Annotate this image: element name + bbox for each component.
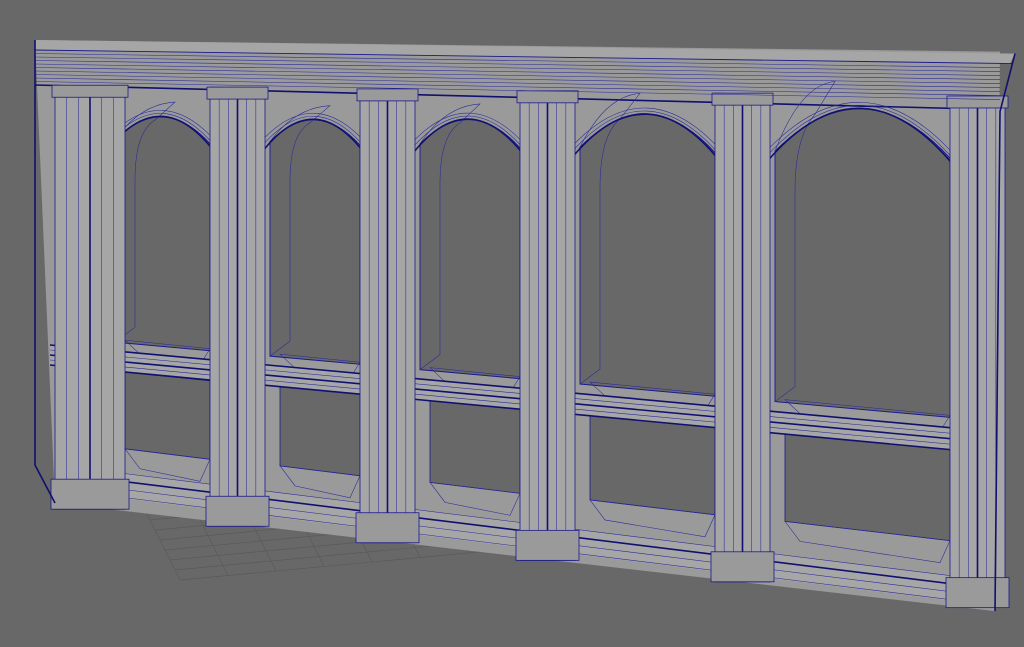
arch-opening	[269, 119, 361, 365]
arch-opening	[774, 108, 951, 418]
pier-base	[945, 577, 1010, 609]
arcade-wall-model[interactable]	[0, 0, 1024, 647]
pier-base	[205, 495, 270, 527]
arch-opening	[114, 116, 211, 352]
pier-capital	[356, 88, 419, 102]
pier-capital	[516, 90, 579, 104]
arch-opening	[419, 119, 521, 380]
pier-capital	[946, 95, 1009, 109]
lower-opening	[279, 385, 361, 477]
lower-opening	[429, 399, 521, 494]
pier-capital	[206, 86, 269, 100]
lower-opening	[124, 371, 211, 460]
lower-opening	[589, 413, 716, 516]
pier-base	[515, 529, 580, 561]
pier-base	[50, 478, 130, 510]
arcade-wall-mesh	[34, 40, 1016, 612]
pier-capital	[51, 84, 129, 98]
pier-base	[710, 551, 775, 583]
pier-base	[355, 512, 420, 544]
3d-viewport[interactable]	[0, 0, 1024, 647]
